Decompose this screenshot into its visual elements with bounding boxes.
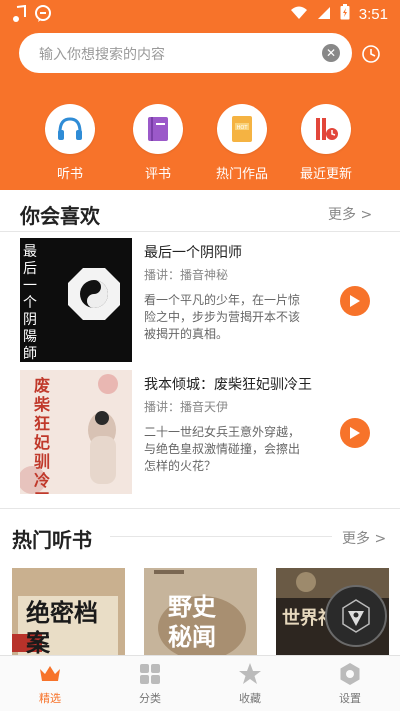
book-narrator: 播讲：播音天伊 xyxy=(144,400,229,414)
gear-icon xyxy=(338,662,362,686)
tab-label: 精选 xyxy=(39,692,61,705)
quick-nav: 听书 评书 HOT 热门作品 最近更新 xyxy=(0,104,400,184)
tab-featured[interactable]: 精选 xyxy=(0,656,100,711)
quick-nav-label: 热门作品 xyxy=(215,167,268,182)
tab-favorites[interactable]: 收藏 xyxy=(200,656,300,711)
search-input[interactable]: 输入你想搜索的内容 ✕ xyxy=(19,33,352,73)
search-placeholder: 输入你想搜索的内容 xyxy=(39,47,165,63)
bottom-tab-bar: 精选 分类 收藏 设置 xyxy=(0,655,400,711)
quick-nav-recent-update[interactable]: 最近更新 xyxy=(286,104,366,182)
book-title: 我本倾城：废柴狂妃驯冷王 xyxy=(144,377,312,393)
play-icon xyxy=(350,295,360,307)
grid-icon xyxy=(138,662,162,686)
clear-icon[interactable]: ✕ xyxy=(322,44,340,62)
header: 3:51 输入你想搜索的内容 ✕ 听书 评书 HOT 热门作品 最近更新 xyxy=(0,0,400,190)
play-button[interactable] xyxy=(340,418,370,448)
quick-nav-hot-works[interactable]: HOT 热门作品 xyxy=(202,104,282,182)
book-icon xyxy=(133,104,183,154)
divider xyxy=(0,508,400,509)
signal-icon xyxy=(317,5,331,24)
recent-update-icon xyxy=(301,104,351,154)
tab-label: 分类 xyxy=(139,692,161,705)
play-button[interactable] xyxy=(340,286,370,316)
book-item[interactable]: 最后一个阴陽師 最后一个阴阳师 播讲：播音神秘 看一个平凡的少年，在一片惊险之中… xyxy=(20,238,385,362)
quick-nav-label: 听书 xyxy=(56,167,83,182)
divider xyxy=(0,231,400,232)
book-item[interactable]: 废柴狂妃驯冷王 我本倾城：废柴狂妃驯冷王 播讲：播音天伊 二十一世纪女兵王意外穿… xyxy=(20,370,385,494)
cover-title-text: 废柴狂妃驯冷王 xyxy=(34,376,51,494)
clock-time: 3:51 xyxy=(358,5,388,23)
book-narrator: 播讲：播音神秘 xyxy=(144,268,229,282)
divider xyxy=(110,536,332,537)
more-link-recommend[interactable]: 更多 > xyxy=(328,204,372,224)
section-title-recommend: 你会喜欢 xyxy=(20,204,100,228)
more-link-hot[interactable]: 更多 > xyxy=(342,528,386,548)
headphones-icon xyxy=(45,104,95,154)
wifi-icon xyxy=(290,5,308,24)
quick-nav-label: 评书 xyxy=(144,167,171,182)
quick-nav-label: 最近更新 xyxy=(299,167,352,182)
disc-icon xyxy=(342,599,370,633)
hot-book-cover[interactable]: 绝密档案 xyxy=(12,568,125,656)
chat-bubble-icon xyxy=(34,5,52,27)
battery-icon xyxy=(340,4,350,24)
music-note-icon xyxy=(12,4,26,27)
section-title-hot: 热门听书 xyxy=(12,528,92,552)
crown-icon xyxy=(38,662,62,686)
hot-works-icon: HOT xyxy=(217,104,267,154)
floating-player-button[interactable] xyxy=(325,585,387,647)
book-title: 最后一个阴阳师 xyxy=(144,245,242,261)
quick-nav-listen[interactable]: 听书 xyxy=(30,104,110,182)
tab-category[interactable]: 分类 xyxy=(100,656,200,711)
book-cover: 最后一个阴陽師 xyxy=(20,238,132,362)
book-cover: 废柴狂妃驯冷王 xyxy=(20,370,132,494)
cover-title-text: 绝密档案 xyxy=(26,598,98,656)
cover-title-text: 野史秘闻 xyxy=(168,592,216,651)
history-clock-icon[interactable] xyxy=(361,44,381,64)
book-description: 看一个平凡的少年，在一片惊险之中，步步为营揭开本不该被揭开的真相。 xyxy=(144,293,301,341)
status-bar: 3:51 xyxy=(0,0,400,30)
book-description: 二十一世纪女兵王意外穿越，与绝色皇叔激情碰撞，会擦出怎样的火花？ xyxy=(144,425,301,473)
hot-book-cover[interactable]: 野史秘闻 xyxy=(144,568,257,656)
cover-title-text: 最后一个阴陽師 xyxy=(23,244,37,362)
quick-nav-storytelling[interactable]: 评书 xyxy=(118,104,198,182)
tab-label: 设置 xyxy=(339,692,361,705)
svg-text:HOT: HOT xyxy=(237,125,249,131)
tab-settings[interactable]: 设置 xyxy=(300,656,400,711)
star-icon xyxy=(238,662,262,686)
tab-label: 收藏 xyxy=(239,692,261,705)
play-icon xyxy=(350,427,360,439)
